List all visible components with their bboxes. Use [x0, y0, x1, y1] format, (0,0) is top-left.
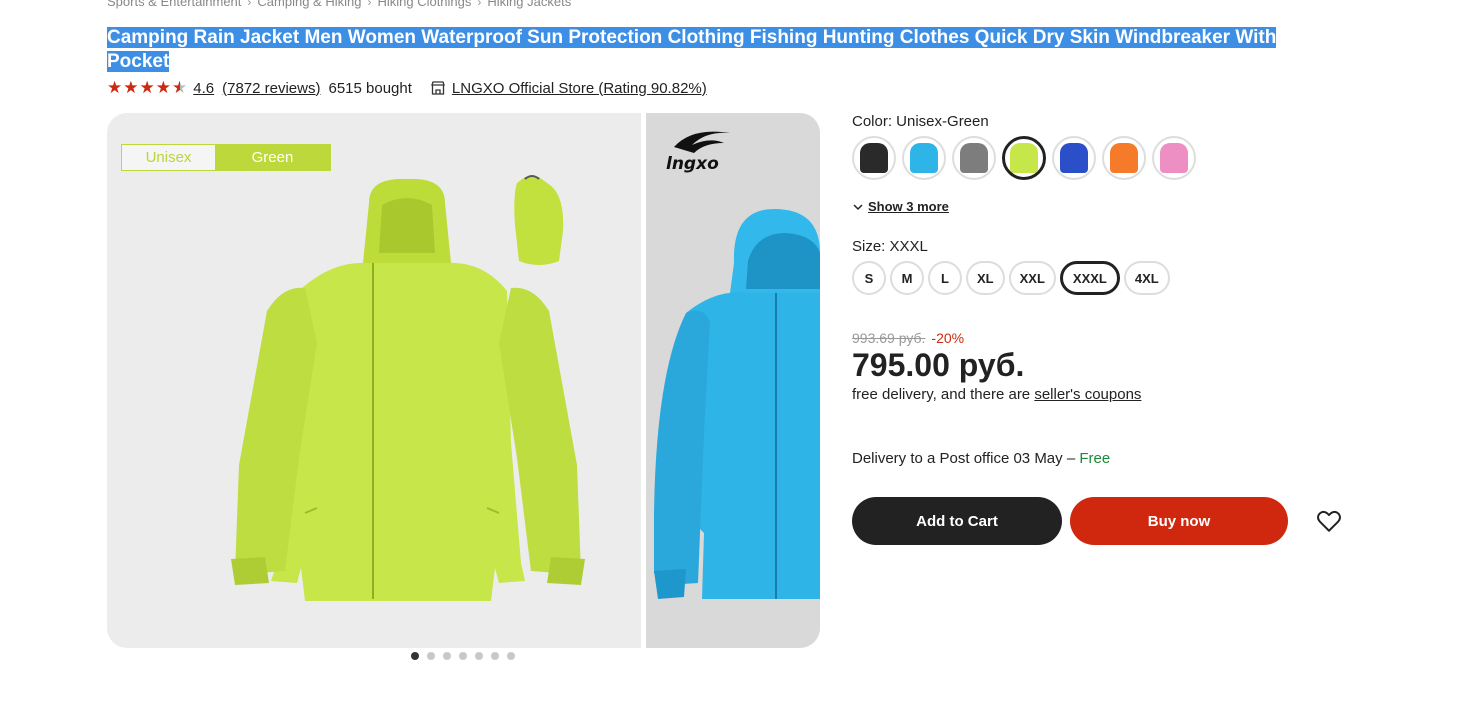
size-option-l[interactable]: L [928, 261, 962, 295]
breadcrumb-item[interactable]: Hiking Jackets [487, 0, 571, 9]
breadcrumb-item[interactable]: Hiking Clothings [377, 0, 471, 9]
add-to-cart-button[interactable]: Add to Cart [852, 497, 1062, 545]
delivery-note-text: free delivery, and there are [852, 386, 1035, 403]
chevron-down-icon [853, 203, 863, 210]
size-option-4xl[interactable]: 4XL [1123, 261, 1170, 295]
pagination-dot[interactable] [459, 652, 467, 660]
seller-coupons-link[interactable]: seller's coupons [1034, 386, 1141, 403]
product-gallery[interactable]: Unisex Green lngxo [107, 113, 820, 648]
pagination-dot[interactable] [475, 652, 483, 660]
size-option-xl[interactable]: XL [966, 261, 1005, 295]
product-title-text: Camping Rain Jacket Men Women Waterproof… [107, 27, 1277, 72]
green-jacket-image [231, 175, 585, 601]
half-star-icon: ★ [172, 78, 188, 97]
store-link[interactable]: LNGXO Official Store (Rating 90.82%) [452, 80, 707, 97]
buy-now-button[interactable]: Buy now [1070, 497, 1288, 545]
swatch-color [910, 143, 938, 173]
star-icon: ★ [107, 78, 123, 97]
delivery-info: Delivery to a Post office 03 May – Free [852, 450, 1110, 467]
show-more-colors-button[interactable]: Show 3 more [852, 199, 949, 214]
delivery-info-text: Delivery to a Post office 03 May – [852, 450, 1080, 467]
old-price: 993.69 руб. [852, 330, 926, 346]
bought-count: 6515 bought [328, 79, 412, 97]
star-icon: ★ [155, 78, 171, 97]
color-swatch-pink[interactable] [1152, 136, 1196, 180]
breadcrumb-item[interactable]: Camping & Hiking [257, 0, 361, 9]
pagination-dot[interactable] [491, 652, 499, 660]
size-label: Size: XXXL [852, 238, 928, 255]
swatch-color [1160, 143, 1188, 173]
size-option-xxxl[interactable]: XXXL [1059, 261, 1120, 295]
color-swatch-royal-blue[interactable] [1052, 136, 1096, 180]
chevron-right-icon: › [247, 0, 252, 9]
size-options: S M L XL XXL XXXL 4XL [852, 261, 1170, 295]
size-option-s[interactable]: S [852, 261, 886, 295]
color-swatch-orange[interactable] [1102, 136, 1146, 180]
color-swatch-green[interactable] [1002, 136, 1046, 180]
store-icon [431, 81, 445, 95]
delivery-free: Free [1079, 450, 1111, 467]
swatch-color [860, 143, 888, 173]
gallery-slide-blue[interactable]: lngxo [646, 113, 820, 648]
show-more-label: Show 3 more [868, 199, 949, 214]
breadcrumb-item[interactable]: Sports & Entertainment [107, 0, 241, 9]
gallery-pagination [411, 652, 515, 660]
star-icon: ★ [123, 78, 139, 97]
rating-value[interactable]: 4.6 [193, 80, 214, 97]
reviews-link[interactable]: (7872 reviews) [222, 80, 320, 97]
size-option-m[interactable]: M [890, 261, 924, 295]
size-option-xxl[interactable]: XXL [1008, 261, 1056, 295]
pagination-dot-active[interactable] [411, 652, 419, 660]
pagination-dot[interactable] [507, 652, 515, 660]
swatch-color [1010, 143, 1038, 173]
swatch-color [1060, 143, 1088, 173]
old-price-row: 993.69 руб. -20% [852, 330, 964, 346]
product-title: Camping Rain Jacket Men Women Waterproof… [107, 26, 1327, 74]
chevron-right-icon: › [367, 0, 372, 9]
pagination-dot[interactable] [443, 652, 451, 660]
breadcrumb: Sports & Entertainment › Camping & Hikin… [107, 0, 571, 9]
product-meta: ★ ★ ★ ★ ★ 4.6 (7872 reviews) 6515 bought… [107, 79, 707, 97]
color-swatch-black[interactable] [852, 136, 896, 180]
rating-stars: ★ ★ ★ ★ ★ [107, 79, 187, 97]
chevron-right-icon: › [477, 0, 482, 9]
blue-jacket-image [654, 209, 820, 599]
color-swatches [852, 136, 1196, 180]
discount-badge: -20% [931, 330, 965, 346]
swatch-color [1110, 143, 1138, 173]
color-swatch-gray[interactable] [952, 136, 996, 180]
product-options: Color: Unisex-Green Show 3 more Size: XX… [852, 113, 1341, 545]
swatch-color [960, 143, 988, 173]
pagination-dot[interactable] [427, 652, 435, 660]
current-price: 795.00 руб. [852, 347, 1025, 383]
heart-icon[interactable] [1316, 508, 1342, 534]
color-swatch-sky-blue[interactable] [902, 136, 946, 180]
star-icon: ★ [139, 78, 155, 97]
color-label: Color: Unisex-Green [852, 113, 989, 130]
delivery-note: free delivery, and there are seller's co… [852, 386, 1141, 403]
gallery-slide-green[interactable]: Unisex Green [107, 113, 641, 648]
